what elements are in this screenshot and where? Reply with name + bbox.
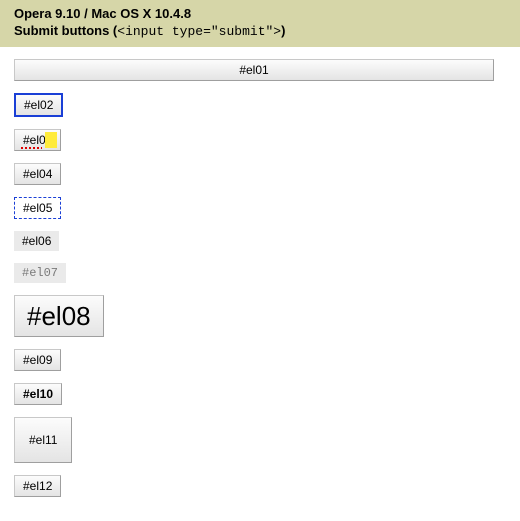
content-area: #el01 #el02 #el03 #el04 #el05 #el06 #el0… <box>0 47 520 521</box>
submit-button-el11[interactable]: #el11 <box>14 417 72 463</box>
spellcheck-underline-icon <box>21 147 42 149</box>
page-subtitle: Submit buttons (<input type="submit">) <box>14 23 506 39</box>
submit-button-el12[interactable]: #el12 <box>14 475 61 497</box>
subtitle-prefix: Submit buttons ( <box>14 23 117 38</box>
page-title: Opera 9.10 / Mac OS X 10.4.8 <box>14 6 506 21</box>
submit-button-el01[interactable]: #el01 <box>14 59 494 81</box>
submit-button-el03[interactable]: #el03 <box>14 129 61 151</box>
submit-button-el03-label: #el03 <box>23 133 52 147</box>
submit-button-el10[interactable]: #el10 <box>14 383 62 405</box>
header-bar: Opera 9.10 / Mac OS X 10.4.8 Submit butt… <box>0 0 520 47</box>
submit-button-el07[interactable]: #el07 <box>14 263 66 283</box>
submit-button-el05[interactable]: #el05 <box>14 197 61 219</box>
submit-button-el06[interactable]: #el06 <box>14 231 59 251</box>
submit-button-el02[interactable]: #el02 <box>14 93 63 117</box>
subtitle-suffix: ) <box>281 23 285 38</box>
subtitle-code: <input type="submit"> <box>117 24 281 39</box>
submit-button-el08[interactable]: #el08 <box>14 295 104 337</box>
submit-button-el09[interactable]: #el09 <box>14 349 61 371</box>
submit-button-el04[interactable]: #el04 <box>14 163 61 185</box>
